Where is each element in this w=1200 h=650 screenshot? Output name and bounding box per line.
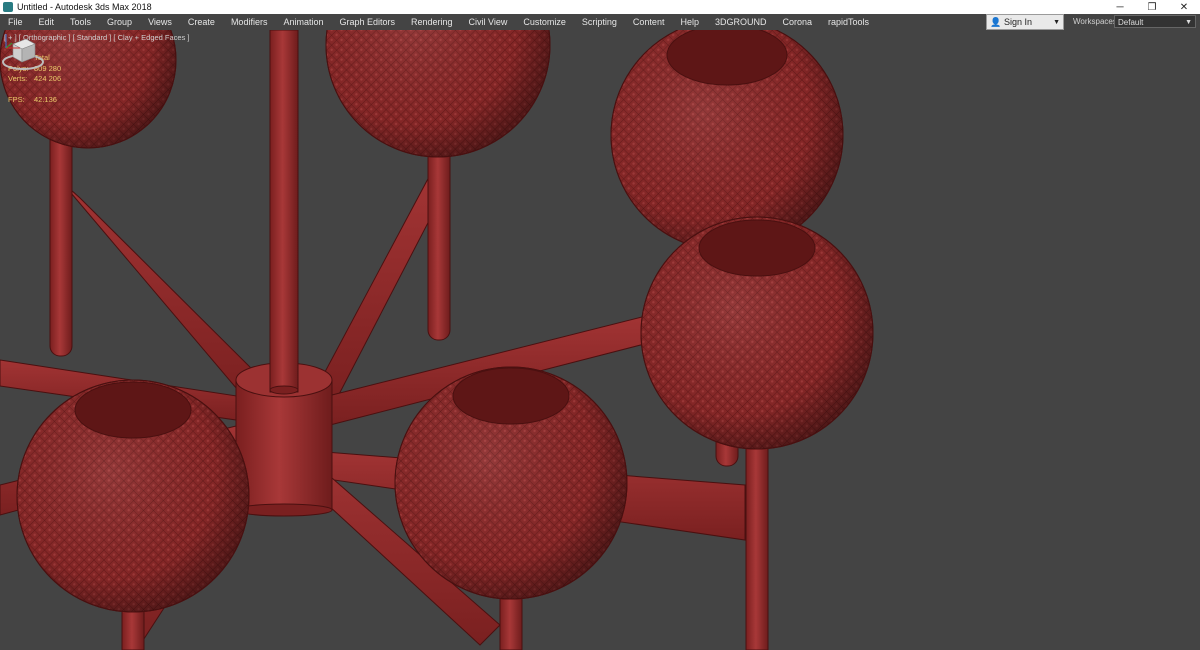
sign-in-dropdown[interactable]: 👤 Sign In ▼: [986, 14, 1064, 30]
chevron-down-icon: ▼: [1053, 18, 1060, 26]
perspective-viewport[interactable]: [ + ] [ Orthographic ] [ Standard ] [ Cl…: [0, 30, 1200, 650]
menu-modifiers[interactable]: Modifiers: [223, 14, 276, 30]
user-icon: 👤: [990, 16, 1002, 27]
menu-edit[interactable]: Edit: [31, 14, 63, 30]
menu-civil-view[interactable]: Civil View: [461, 14, 516, 30]
workspaces-label: Workspaces:: [1073, 17, 1120, 26]
menu-graph-editors[interactable]: Graph Editors: [331, 14, 403, 30]
menu-content[interactable]: Content: [625, 14, 673, 30]
menu-rendering[interactable]: Rendering: [403, 14, 461, 30]
menu-3dground[interactable]: 3DGROUND: [707, 14, 775, 30]
globe-right: [640, 216, 874, 450]
menu-scripting[interactable]: Scripting: [574, 14, 625, 30]
globe-front-left: [16, 379, 250, 613]
globe-top-center: [325, 30, 551, 158]
chevron-down-icon: ▼: [1185, 19, 1192, 26]
window-title: Untitled - Autodesk 3ds Max 2018: [17, 2, 152, 12]
globe-top-right: [610, 30, 844, 252]
sign-in-label: Sign In: [1004, 17, 1033, 27]
workspaces-select[interactable]: Default ▼: [1114, 15, 1196, 28]
fps-value: 42.136: [34, 94, 57, 104]
menu-file[interactable]: File: [0, 14, 31, 30]
menu-group[interactable]: Group: [99, 14, 140, 30]
globe-front-center: [394, 366, 628, 600]
title-bar: Untitled - Autodesk 3ds Max 2018 ─ ❐ ✕: [0, 0, 1200, 14]
fps-label: FPS:: [8, 94, 25, 104]
restore-button[interactable]: ❐: [1136, 0, 1168, 14]
axis-tripod-icon: [5, 34, 20, 49]
app-logo-icon: [3, 2, 13, 12]
menu-views[interactable]: Views: [140, 14, 180, 30]
window-controls: ─ ❐ ✕: [1104, 0, 1200, 14]
menu-help[interactable]: Help: [672, 14, 707, 30]
minimize-button[interactable]: ─: [1104, 0, 1136, 14]
menu-create[interactable]: Create: [180, 14, 223, 30]
scene-render: [0, 30, 874, 650]
workspaces-value: Default: [1118, 18, 1144, 27]
menu-rapidtools[interactable]: rapidTools: [820, 14, 877, 30]
close-button[interactable]: ✕: [1168, 0, 1200, 14]
menu-tools[interactable]: Tools: [62, 14, 99, 30]
menu-animation[interactable]: Animation: [275, 14, 331, 30]
menu-corona[interactable]: Corona: [774, 14, 820, 30]
menu-customize[interactable]: Customize: [515, 14, 574, 30]
center-hub: [235, 30, 333, 517]
